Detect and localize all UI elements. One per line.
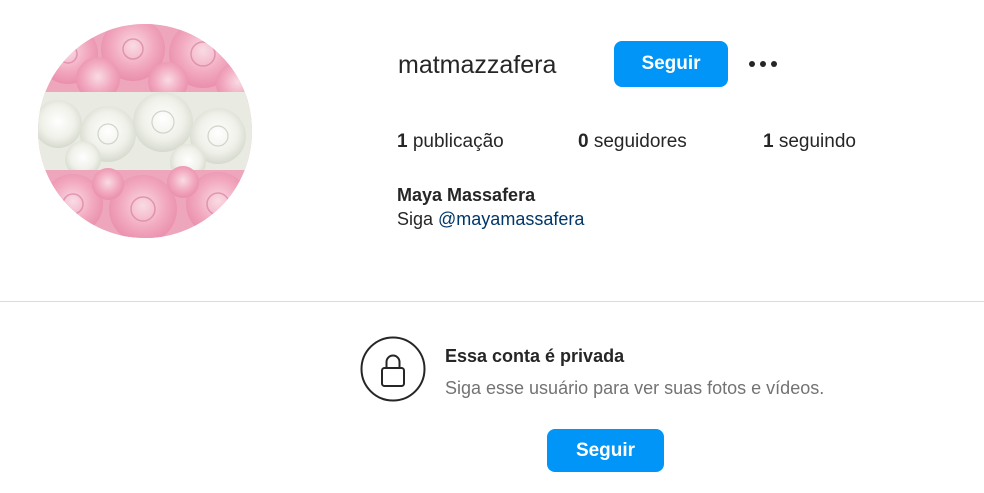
- bio-mention-link[interactable]: @mayamassafera: [438, 209, 584, 229]
- profile-bio: Siga @mayamassafera: [397, 208, 584, 230]
- stat-following-label: seguindo: [773, 131, 856, 152]
- stat-following[interactable]: 1 seguindo: [763, 131, 856, 153]
- stat-posts: 1 publicação: [397, 131, 504, 153]
- profile-username: matmazzafera: [398, 51, 557, 79]
- profile-full-name: Maya Massafera: [397, 185, 536, 205]
- section-divider: [0, 301, 984, 302]
- avatar-image: [38, 24, 252, 238]
- more-options-icon[interactable]: [747, 56, 779, 72]
- private-account-title: Essa conta é privada: [445, 346, 625, 366]
- stat-followers-count: 0: [578, 131, 589, 152]
- lock-icon: [360, 336, 426, 402]
- follow-button[interactable]: Seguir: [614, 41, 728, 87]
- stat-following-count: 1: [763, 131, 774, 152]
- bio-prefix: Siga: [397, 209, 439, 229]
- stat-followers[interactable]: 0 seguidores: [578, 131, 687, 153]
- private-account-subtitle: Siga esse usuário para ver suas fotos e …: [445, 378, 825, 398]
- avatar[interactable]: [38, 24, 252, 238]
- follow-button-private[interactable]: Seguir: [547, 429, 664, 472]
- profile-page: matmazzafera Seguir 1 publicação 0 segui…: [0, 0, 984, 493]
- stat-posts-count: 1: [397, 131, 408, 152]
- stat-posts-label: publicação: [407, 131, 504, 152]
- stat-followers-label: seguidores: [588, 131, 687, 152]
